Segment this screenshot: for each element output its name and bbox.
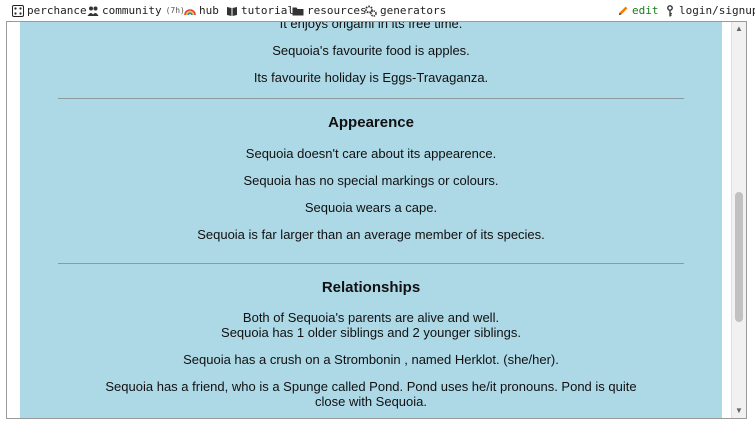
nav-generators[interactable]: generators	[365, 4, 446, 17]
edit-button[interactable]: edit	[617, 4, 659, 17]
nav-community[interactable]: community (7h)	[87, 4, 185, 17]
section-divider	[58, 98, 684, 99]
scroll-up-arrow-icon[interactable]: ▲	[732, 22, 746, 36]
friend-text-line1: Sequoia has a friend, who is a Spunge ca…	[105, 379, 637, 394]
parents-text: Both of Sequoia's parents are alive and …	[242, 310, 500, 325]
nav-tutorial[interactable]: tutorial	[226, 4, 294, 17]
nav-resources-label: resources	[307, 4, 367, 17]
key-icon	[667, 4, 673, 16]
nav-perchance-label: perchance	[27, 4, 87, 17]
edit-button-label: edit	[632, 4, 659, 17]
nav-resources[interactable]: resources	[292, 4, 367, 17]
dice-icon	[12, 4, 24, 17]
community-activity-badge: (7h)	[165, 6, 185, 15]
nav-community-label: community	[102, 4, 162, 17]
nav-hub[interactable]: hub	[184, 4, 219, 17]
generator-output-frame: It enjoys origami in its free time. Sequ…	[6, 21, 747, 419]
favourite-holiday-text: Its favourite holiday is Eggs-Travaganza…	[253, 70, 489, 85]
gears-icon	[365, 5, 377, 17]
hobby-text: It enjoys origami in its free time.	[279, 22, 463, 31]
appearance-markings-text: Sequoia has no special markings or colou…	[243, 173, 499, 188]
nav-tutorial-label: tutorial	[241, 4, 294, 17]
nav-hub-label: hub	[199, 4, 219, 17]
appearance-heading: Appearence	[328, 114, 414, 131]
vertical-scrollbar[interactable]: ▲ ▼	[731, 22, 746, 418]
siblings-text: Sequoia has 1 older siblings and 2 young…	[221, 325, 521, 340]
pencil-icon	[619, 6, 628, 15]
login-signup-label: login/signup	[679, 4, 755, 17]
section-divider	[58, 263, 684, 264]
folder-icon	[292, 7, 304, 15]
character-profile-content: It enjoys origami in its free time. Sequ…	[20, 22, 722, 418]
nav-generators-label: generators	[380, 4, 447, 17]
login-signup-link[interactable]: login/signup	[664, 4, 755, 17]
rainbow-icon	[184, 8, 196, 15]
appearance-clothing-text: Sequoia wears a cape.	[304, 200, 438, 215]
top-navigation-bar: perchance community (7h) hub tutorial re…	[0, 0, 755, 21]
appearance-size-text: Sequoia is far larger than an average me…	[197, 227, 545, 242]
scrollbar-thumb[interactable]	[735, 192, 743, 322]
nav-perchance[interactable]: perchance	[12, 4, 87, 17]
friend-text-line2: close with Sequoia.	[314, 394, 427, 409]
crush-text: Sequoia has a crush on a Strombonin , na…	[183, 352, 559, 367]
favourite-food-text: Sequoia's favourite food is apples.	[272, 43, 470, 58]
scroll-down-arrow-icon[interactable]: ▼	[732, 404, 746, 418]
appearance-care-text: Sequoia doesn't care about its appearenc…	[245, 146, 497, 161]
book-icon	[227, 6, 237, 16]
relationships-heading: Relationships	[321, 279, 421, 296]
people-icon	[87, 6, 99, 16]
